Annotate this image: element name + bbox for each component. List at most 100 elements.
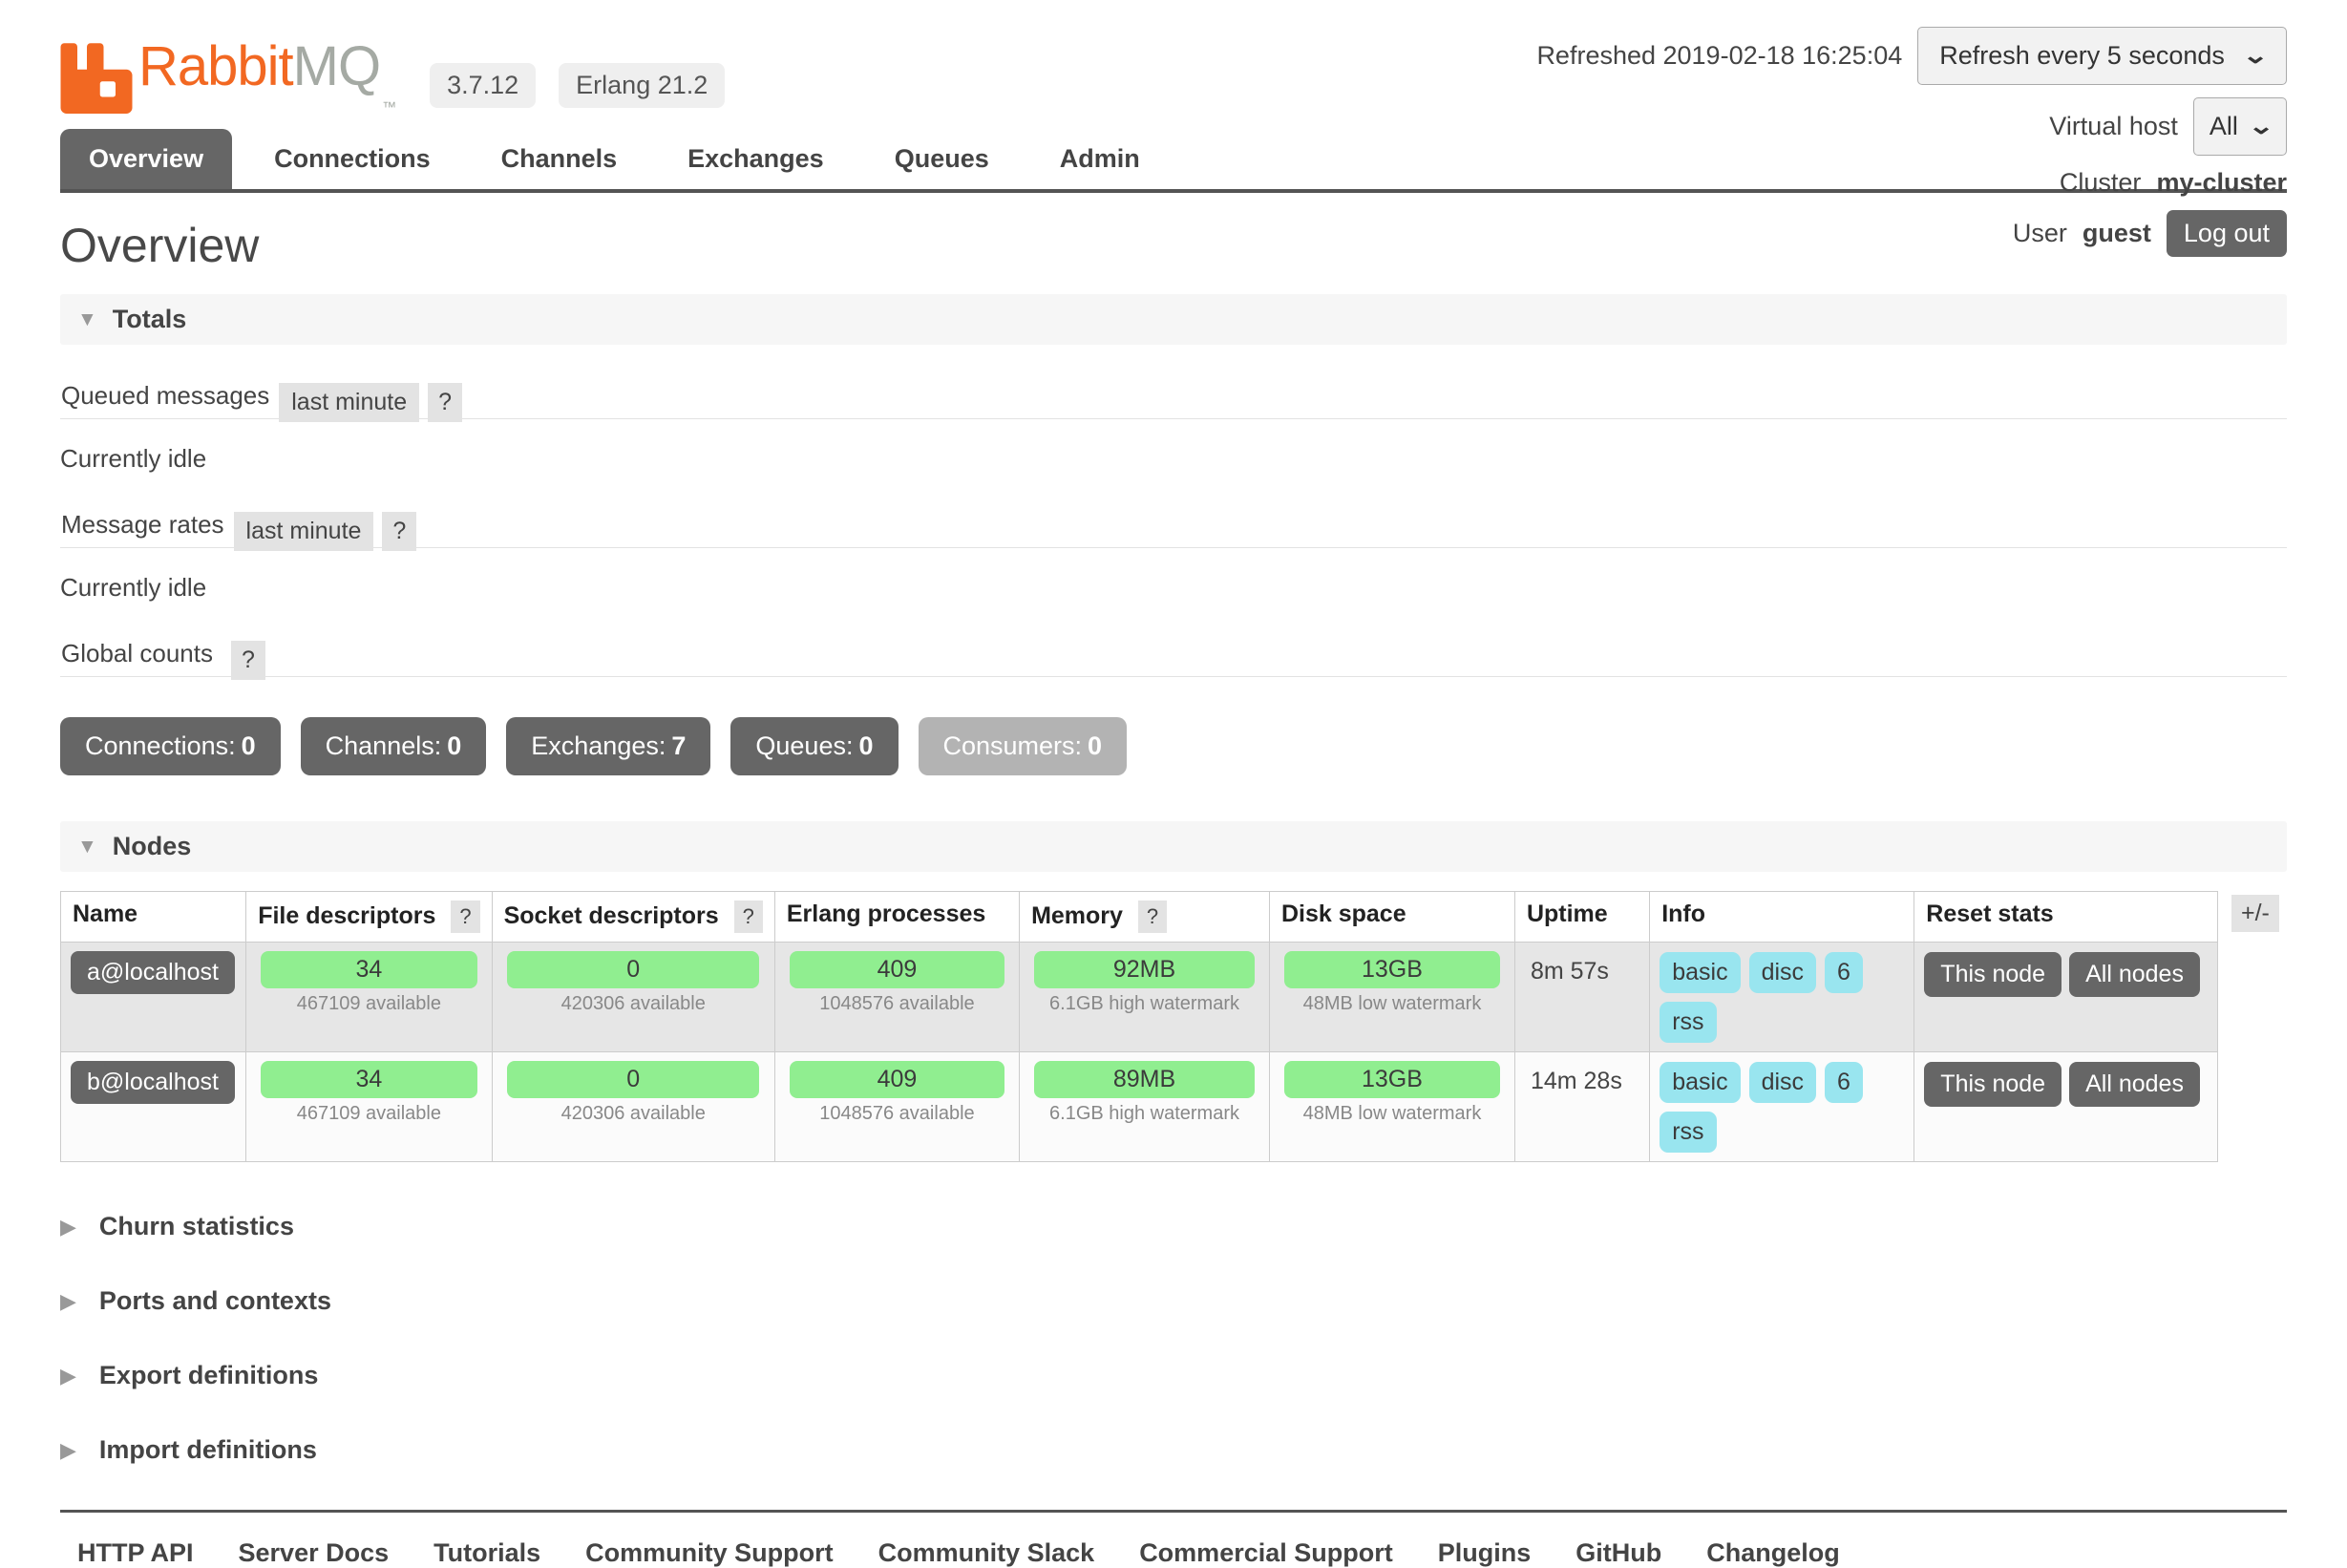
- reset-this-node-button[interactable]: This node: [1924, 952, 2062, 997]
- column-toggle-button[interactable]: +/-: [2231, 895, 2279, 932]
- help-icon[interactable]: ?: [734, 901, 763, 933]
- nodes-table-wrap: Name File descriptors ? Socket descripto…: [60, 891, 2287, 1162]
- global-counts-row: Global counts?: [60, 635, 2287, 677]
- node-row-a: a@localhost 34 467109 available 0 420306…: [61, 943, 2218, 1052]
- footer-link-http-api[interactable]: HTTP API: [77, 1538, 194, 1568]
- tab-admin[interactable]: Admin: [1031, 129, 1169, 189]
- exchanges-counter[interactable]: Exchanges:7: [506, 717, 710, 775]
- reset-stats-cell: This nodeAll nodes: [1914, 1052, 2218, 1162]
- footer-link-changelog[interactable]: Changelog: [1706, 1538, 1840, 1568]
- user-name: guest: [2083, 219, 2151, 248]
- churn-statistics-section[interactable]: ▶ Churn statistics: [60, 1212, 2287, 1241]
- export-definitions-section[interactable]: ▶ Export definitions: [60, 1361, 2287, 1390]
- reset-all-nodes-button[interactable]: All nodes: [2069, 1062, 2200, 1107]
- exchanges-counter-label: Exchanges:: [531, 731, 666, 760]
- info-cell: basic disc 6 rss: [1650, 943, 1914, 1052]
- consumers-counter-value: 0: [1088, 731, 1102, 760]
- metric-sub: 1048576 available: [785, 1103, 1009, 1125]
- erlang-processes-cell: 409 1048576 available: [774, 1052, 1019, 1162]
- reset-this-node-button[interactable]: This node: [1924, 1062, 2062, 1107]
- virtual-host-select[interactable]: All ⌄: [2193, 97, 2287, 156]
- tab-exchanges[interactable]: Exchanges: [659, 129, 853, 189]
- tab-channels[interactable]: Channels: [473, 129, 646, 189]
- metric-bar: 34: [261, 1061, 477, 1098]
- tab-queues[interactable]: Queues: [866, 129, 1018, 189]
- metric-bar: 89MB: [1034, 1061, 1255, 1098]
- connections-counter[interactable]: Connections:0: [60, 717, 281, 775]
- footer-link-community-slack[interactable]: Community Slack: [878, 1538, 1095, 1568]
- trademark-symbol: ™: [382, 99, 395, 116]
- user-label: User: [2013, 219, 2067, 248]
- nodes-section-header[interactable]: ▼ Nodes: [60, 821, 2287, 872]
- queued-messages-status: Currently idle: [60, 444, 2287, 474]
- reset-all-nodes-button[interactable]: All nodes: [2069, 952, 2200, 997]
- info-badge-basic: basic: [1660, 952, 1740, 993]
- metric-bar: 13GB: [1284, 1061, 1501, 1098]
- help-icon[interactable]: ?: [451, 901, 479, 933]
- rabbitmq-logo[interactable]: RabbitMQ™: [60, 34, 395, 116]
- footer-link-plugins[interactable]: Plugins: [1438, 1538, 1532, 1568]
- rabbitmq-rabbit-icon: [60, 37, 133, 114]
- brand-mq-text: MQ: [293, 35, 380, 97]
- brand-rabbit-text: Rabbit: [138, 35, 293, 97]
- message-rates-status: Currently idle: [60, 573, 2287, 603]
- collapse-triangle-icon: ▼: [77, 836, 97, 858]
- help-icon[interactable]: ?: [428, 383, 462, 422]
- footer-link-tutorials[interactable]: Tutorials: [433, 1538, 540, 1568]
- col-socket-descriptors: Socket descriptors ?: [492, 892, 774, 943]
- metric-sub: 6.1GB high watermark: [1029, 993, 1259, 1015]
- node-name-badge: b@localhost: [71, 1061, 235, 1104]
- metric-bar: 409: [790, 951, 1005, 988]
- footer-link-server-docs[interactable]: Server Docs: [239, 1538, 390, 1568]
- metric-sub: 420306 available: [502, 1103, 765, 1125]
- file-descriptors-cell: 34 467109 available: [246, 943, 492, 1052]
- version-badges: 3.7.12 Erlang 21.2: [430, 63, 725, 108]
- import-definitions-section[interactable]: ▶ Import definitions: [60, 1435, 2287, 1465]
- queued-messages-label: Queued messages: [61, 381, 269, 410]
- help-icon[interactable]: ?: [382, 512, 416, 551]
- rabbitmq-overview-page: RabbitMQ™ 3.7.12 Erlang 21.2 Refreshed 2…: [0, 0, 2347, 1425]
- col-uptime: Uptime: [1514, 892, 1649, 943]
- tab-connections[interactable]: Connections: [245, 129, 459, 189]
- memory-cell: 89MB 6.1GB high watermark: [1020, 1052, 1270, 1162]
- logout-button[interactable]: Log out: [2167, 210, 2287, 257]
- nodes-section-title: Nodes: [113, 832, 192, 861]
- totals-section-title: Totals: [113, 305, 187, 334]
- metric-bar: 409: [790, 1061, 1005, 1098]
- metric-sub: 6.1GB high watermark: [1029, 1103, 1259, 1125]
- cluster-label: Cluster: [2060, 168, 2142, 198]
- collapse-triangle-icon: ▼: [77, 308, 97, 331]
- help-icon[interactable]: ?: [1138, 901, 1167, 933]
- info-badge-disc: disc: [1749, 952, 1816, 993]
- footer-link-github[interactable]: GitHub: [1575, 1538, 1661, 1568]
- footer-link-commercial-support[interactable]: Commercial Support: [1139, 1538, 1393, 1568]
- uptime-cell: 14m 28s: [1514, 1052, 1649, 1162]
- brand-wordmark: RabbitMQ™: [138, 34, 395, 116]
- last-minute-tag: last minute: [279, 383, 419, 422]
- channels-counter[interactable]: Channels:0: [301, 717, 487, 775]
- ports-and-contexts-section[interactable]: ▶ Ports and contexts: [60, 1286, 2287, 1316]
- totals-section-header[interactable]: ▼ Totals: [60, 294, 2287, 345]
- rabbitmq-version-badge: 3.7.12: [430, 63, 536, 108]
- metric-bar: 0: [507, 1061, 759, 1098]
- last-minute-tag: last minute: [234, 512, 374, 551]
- uptime-cell: 8m 57s: [1514, 943, 1649, 1052]
- col-reset-stats: Reset stats: [1914, 892, 2218, 943]
- refresh-interval-select[interactable]: Refresh every 5 seconds ⌄: [1917, 27, 2287, 85]
- queues-counter[interactable]: Queues:0: [730, 717, 898, 775]
- memory-cell: 92MB 6.1GB high watermark: [1020, 943, 1270, 1052]
- help-icon[interactable]: ?: [231, 641, 265, 680]
- message-rates-label: Message rates: [61, 510, 224, 539]
- tab-overview[interactable]: Overview: [60, 129, 232, 189]
- node-row-b: b@localhost 34 467109 available 0 420306…: [61, 1052, 2218, 1162]
- footer-link-community-support[interactable]: Community Support: [585, 1538, 833, 1568]
- chevron-down-icon: ⌄: [2248, 113, 2274, 140]
- import-definitions-label: Import definitions: [99, 1435, 317, 1465]
- message-rates-row: Message rates last minute?: [60, 506, 2287, 548]
- queues-counter-label: Queues:: [755, 731, 853, 760]
- metric-sub: 467109 available: [256, 993, 481, 1015]
- refreshed-timestamp: Refreshed 2019-02-18 16:25:04: [1536, 41, 1902, 71]
- expand-triangle-icon: ▶: [60, 1289, 76, 1314]
- col-name: Name: [61, 892, 246, 943]
- expand-triangle-icon: ▶: [60, 1215, 76, 1240]
